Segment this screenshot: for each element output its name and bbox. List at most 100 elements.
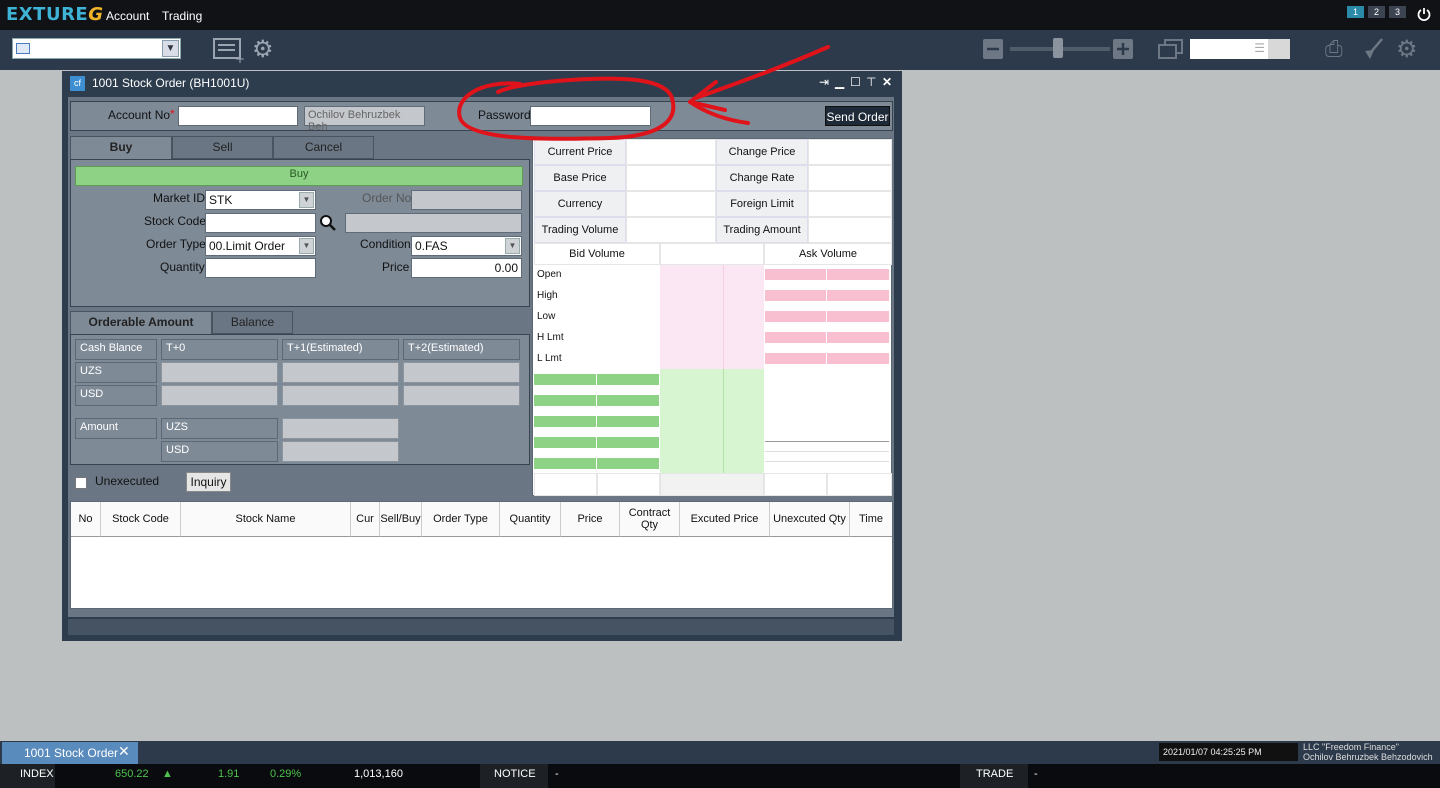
- stock-code-input[interactable]: [205, 213, 316, 233]
- ticker-bar: INDEX 650.22 ▲ 1.91 0.29% 1,013,160 NOTI…: [0, 764, 1440, 788]
- zoom-in-icon[interactable]: [1113, 39, 1133, 59]
- ask-row: [827, 269, 889, 280]
- usd-t2-value: [403, 385, 520, 406]
- usd-t1-value: [282, 385, 399, 406]
- screen-select[interactable]: ▼: [12, 38, 181, 59]
- search-tool-icon[interactable]: [1268, 39, 1290, 59]
- menu-account[interactable]: Account: [106, 9, 149, 23]
- quantity-input[interactable]: [205, 258, 316, 278]
- cascade-windows-icon[interactable]: [1158, 39, 1184, 61]
- close-icon[interactable]: ✕: [882, 75, 892, 89]
- col-price[interactable]: Price: [561, 502, 620, 537]
- tab-balance[interactable]: Balance: [212, 311, 293, 334]
- bid-divider: [723, 369, 724, 473]
- col-quantity[interactable]: Quantity: [500, 502, 561, 537]
- tab-sell[interactable]: Sell: [172, 136, 273, 159]
- restore-icon[interactable]: ⊤: [866, 75, 876, 89]
- uzs-t0-value: [161, 362, 278, 383]
- order-list-icon[interactable]: +: [213, 36, 245, 64]
- menu-trading[interactable]: Trading: [162, 9, 202, 23]
- total-bid-cell: [534, 473, 597, 496]
- summary-line: [765, 461, 889, 462]
- orders-grid: No Stock Code Stock Name Cur Sell/Buy Or…: [70, 501, 893, 609]
- base-price-label: Base Price: [534, 165, 626, 191]
- screen-icon: [16, 43, 30, 54]
- company-info: LLC "Freedom Finance" Ochilov Behruzbek B…: [1303, 742, 1433, 762]
- screen-search-input[interactable]: ☰: [1190, 39, 1290, 59]
- col-cur[interactable]: Cur: [351, 502, 380, 537]
- condition-label: Condition: [360, 237, 411, 251]
- unexecuted-checkbox[interactable]: [75, 477, 87, 489]
- bid-row: [597, 458, 659, 469]
- amount-uzs-value: [282, 418, 399, 439]
- tab-cancel[interactable]: Cancel: [273, 136, 374, 159]
- trading-volume-value: [626, 217, 716, 243]
- usd-t0-value: [161, 385, 278, 406]
- workspace-2-button[interactable]: 2: [1368, 6, 1385, 18]
- change-rate-value: [808, 165, 892, 191]
- close-tab-icon[interactable]: ✕: [118, 743, 130, 760]
- maximize-icon[interactable]: ☐: [850, 75, 861, 89]
- bid-row: [597, 416, 659, 427]
- market-id-select[interactable]: STK ▼: [205, 190, 316, 210]
- chevron-down-icon[interactable]: ▼: [505, 238, 520, 254]
- market-id-value: STK: [209, 193, 233, 207]
- bid-row: [597, 374, 659, 385]
- col-order-type[interactable]: Order Type: [422, 502, 500, 537]
- order-type-select[interactable]: 00.Limit Order ▼: [205, 236, 316, 256]
- col-contract-qty[interactable]: Contract Qty: [620, 502, 680, 537]
- search-icon[interactable]: [319, 214, 337, 232]
- window-app-icon: cf: [70, 76, 85, 91]
- total-ask-cell: [764, 473, 827, 496]
- index-change: 1.91: [218, 768, 240, 780]
- col-time[interactable]: Time: [850, 502, 892, 537]
- workspace-1-button[interactable]: 1: [1347, 6, 1364, 18]
- chevron-down-icon[interactable]: ▼: [299, 192, 314, 208]
- amount-usd-label: USD: [161, 441, 278, 462]
- zoom-slider-handle[interactable]: [1053, 38, 1063, 58]
- clock: 2021/01/07 04:25:25 PM: [1159, 743, 1298, 761]
- col-unexcuted-qty[interactable]: Unexcuted Qty: [770, 502, 850, 537]
- trade-label: TRADE: [976, 768, 1014, 780]
- menubar: EXTUREG Account Trading 1 2 3: [0, 0, 1440, 30]
- trading-amount-value: [808, 217, 892, 243]
- bid-volume-header: Bid Volume: [534, 243, 660, 265]
- tab-orderable-amount[interactable]: Orderable Amount: [70, 311, 212, 334]
- col-no[interactable]: No: [71, 502, 101, 537]
- workspace-3-button[interactable]: 3: [1389, 6, 1406, 18]
- foreign-limit-label: Foreign Limit: [716, 191, 808, 217]
- order-type-label: Order Type: [146, 237, 206, 251]
- chevron-down-icon[interactable]: ▼: [162, 40, 179, 57]
- uzs-t2-value: [403, 362, 520, 383]
- clear-broom-icon[interactable]: [1362, 37, 1386, 61]
- ask-row: [765, 353, 826, 364]
- uzs-t1-value: [282, 362, 399, 383]
- zoom-out-icon[interactable]: [983, 39, 1003, 59]
- t0-header: T+0: [161, 339, 278, 360]
- chevron-down-icon[interactable]: ▼: [299, 238, 314, 254]
- market-id-label: Market ID: [153, 191, 206, 205]
- total-price-cell: [660, 473, 764, 496]
- inquiry-button[interactable]: Inquiry: [186, 472, 231, 492]
- order-no-label: Order No: [362, 191, 412, 205]
- index-change-pct: 0.29%: [270, 768, 302, 780]
- print-icon[interactable]: ⎙: [1325, 36, 1343, 62]
- col-excuted-price[interactable]: Excuted Price: [680, 502, 770, 537]
- ask-row: [827, 353, 889, 364]
- account-no-input[interactable]: [178, 106, 298, 126]
- gear-icon[interactable]: ⚙: [252, 35, 274, 64]
- condition-select[interactable]: 0.FAS ▼: [411, 236, 522, 256]
- open-label: Open: [537, 269, 562, 280]
- price-input[interactable]: 0.00: [411, 258, 522, 278]
- settings-gear-icon[interactable]: ⚙: [1396, 35, 1418, 64]
- logo-text: EXTURE: [6, 4, 89, 25]
- taskbar-tab-stock-order[interactable]: 1001 Stock Order ✕: [2, 742, 138, 764]
- col-stock-code[interactable]: Stock Code: [101, 502, 181, 537]
- index-value: 650.22: [115, 768, 149, 780]
- tab-buy[interactable]: Buy: [70, 136, 172, 159]
- power-icon[interactable]: [1417, 7, 1431, 22]
- col-sell-buy[interactable]: Sell/Buy: [380, 502, 422, 537]
- col-stock-name[interactable]: Stock Name: [181, 502, 351, 537]
- ask-row: [827, 332, 889, 343]
- t2-header: T+2(Estimated): [403, 339, 520, 360]
